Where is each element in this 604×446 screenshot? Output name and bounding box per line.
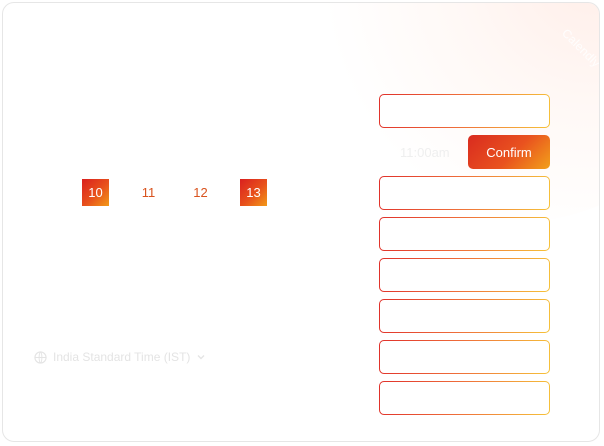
- time-slot[interactable]: [379, 340, 550, 374]
- globe-icon: [34, 350, 47, 364]
- selected-time-label: 11:00am: [400, 145, 450, 160]
- time-slot[interactable]: [379, 299, 550, 333]
- calendar-day-11[interactable]: 11: [135, 179, 162, 206]
- brand-ribbon: Calendly: [558, 25, 600, 71]
- calendar-day-13[interactable]: 13: [240, 179, 267, 206]
- timezone-label: India Standard Time (IST): [53, 350, 191, 364]
- time-slot[interactable]: [379, 176, 550, 210]
- timezone-selector[interactable]: India Standard Time (IST): [34, 350, 206, 364]
- calendar-day-label: 12: [193, 185, 208, 200]
- confirm-button[interactable]: Confirm: [468, 135, 550, 169]
- calendar-day-label: 11: [141, 185, 156, 200]
- calendar-day-10[interactable]: 10: [82, 179, 109, 206]
- calendar-day-label: 13: [246, 185, 261, 200]
- calendar-day-label: 10: [88, 185, 103, 200]
- chevron-down-icon: [197, 355, 205, 360]
- calendar-day-12[interactable]: 12: [187, 179, 214, 206]
- time-slot[interactable]: [379, 94, 550, 128]
- time-slot[interactable]: [379, 381, 550, 415]
- time-slot[interactable]: [379, 258, 550, 292]
- time-slot[interactable]: [379, 217, 550, 251]
